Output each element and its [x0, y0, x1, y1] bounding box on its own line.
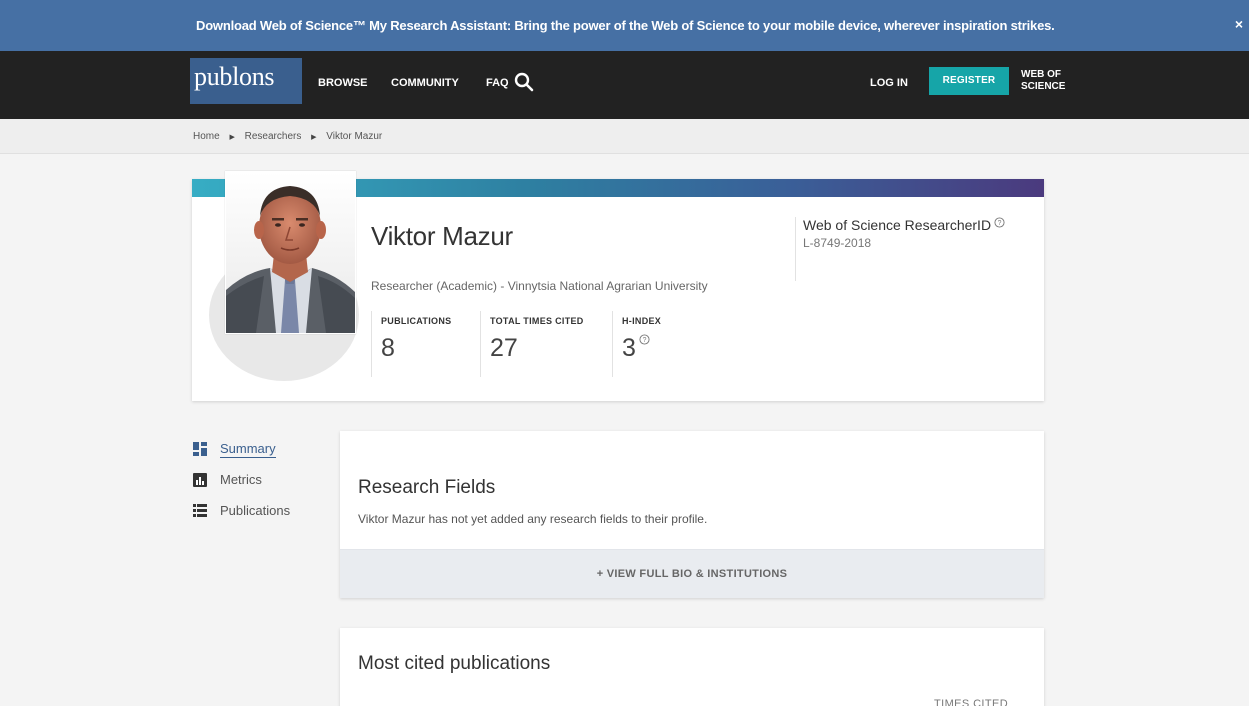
side-nav-label: Publications — [220, 503, 291, 518]
metric-publications: PUBLICATIONS 8 — [371, 311, 481, 377]
breadcrumb-current: Viktor Mazur — [326, 131, 383, 142]
profile-side-nav: Summary Metrics Publications — [193, 441, 313, 535]
nav-faq[interactable]: FAQ — [486, 77, 509, 89]
side-nav-label: Metrics — [220, 472, 262, 487]
top-nav: publons BROWSE COMMUNITY FAQ LOG IN REGI… — [0, 51, 1249, 119]
side-nav-metrics[interactable]: Metrics — [193, 472, 313, 504]
avatar — [225, 171, 356, 334]
metric-value: 3 — [622, 334, 636, 362]
metric-label: PUBLICATIONS — [381, 316, 452, 326]
caret-right-icon: ▶ — [311, 134, 317, 141]
most-cited-title: Most cited publications — [358, 653, 551, 674]
metric-label: TOTAL TIMES CITED — [490, 316, 584, 326]
publons-logo[interactable]: publons — [190, 58, 302, 104]
nav-browse[interactable]: BROWSE — [318, 77, 368, 89]
view-full-bio-button[interactable]: + VIEW FULL BIO & INSTITUTIONS — [340, 549, 1044, 598]
web-of-science-link[interactable]: WEB OF SCIENCE — [1021, 69, 1065, 93]
list-icon — [193, 504, 207, 517]
svg-text:?: ? — [642, 337, 646, 344]
close-icon[interactable]: × — [1229, 0, 1249, 51]
dashboard-icon — [193, 442, 207, 456]
most-cited-card: Most cited publications TIMES CITED — [340, 628, 1044, 706]
bar-chart-icon — [193, 473, 207, 487]
researcher-affiliation: Researcher (Academic) - Vinnytsia Nation… — [371, 279, 708, 293]
researcher-name: Viktor Mazur — [371, 221, 513, 251]
profile-card: Viktor Mazur Researcher (Academic) - Vin… — [192, 171, 1044, 401]
metric-times-cited: TOTAL TIMES CITED 27 — [480, 311, 613, 377]
svg-text:?: ? — [998, 220, 1002, 227]
side-nav-publications[interactable]: Publications — [193, 503, 313, 535]
metric-value: 27 — [490, 334, 518, 362]
research-fields-title: Research Fields — [358, 477, 496, 498]
breadcrumb-researchers[interactable]: Researchers — [245, 131, 302, 142]
researcher-id-title: Web of Science ResearcherID? — [803, 217, 1005, 233]
side-nav-summary[interactable]: Summary — [193, 441, 313, 473]
profile-photo — [226, 172, 355, 333]
breadcrumb: Home ▶ Researchers ▶ Viktor Mazur — [193, 131, 382, 142]
wos-line-2: SCIENCE — [1021, 81, 1066, 92]
breadcrumb-bar: Home ▶ Researchers ▶ Viktor Mazur — [0, 119, 1249, 154]
register-button[interactable]: REGISTER — [929, 67, 1009, 95]
search-icon[interactable] — [512, 70, 536, 94]
research-fields-text: Viktor Mazur has not yet added any resea… — [358, 512, 708, 526]
metric-value: 8 — [381, 334, 395, 362]
logo-text: publons — [194, 62, 275, 91]
metric-value-row: 3? — [622, 334, 712, 363]
wos-line-1: WEB OF — [1021, 69, 1061, 80]
researcher-id-label: Web of Science ResearcherID — [803, 217, 992, 233]
breadcrumb-home[interactable]: Home — [193, 131, 220, 142]
nav-community[interactable]: COMMUNITY — [391, 77, 459, 89]
banner-text: Download Web of Science™ My Research Ass… — [196, 18, 1055, 33]
help-icon[interactable]: ? — [639, 334, 650, 345]
metric-label: H-INDEX — [622, 316, 662, 326]
login-link[interactable]: LOG IN — [870, 77, 908, 89]
research-fields-card: Research Fields Viktor Mazur has not yet… — [340, 431, 1044, 598]
researcher-id-value: L-8749-2018 — [803, 236, 872, 250]
researcher-id-block: Web of Science ResearcherID? L-8749-2018 — [795, 217, 1005, 281]
caret-right-icon: ▶ — [229, 134, 235, 141]
times-cited-column-header: TIMES CITED — [934, 698, 1009, 706]
help-icon[interactable]: ? — [994, 217, 1005, 228]
promo-banner: Download Web of Science™ My Research Ass… — [0, 0, 1249, 51]
metric-h-index: H-INDEX 3? — [612, 311, 712, 377]
side-nav-label: Summary — [220, 441, 276, 458]
